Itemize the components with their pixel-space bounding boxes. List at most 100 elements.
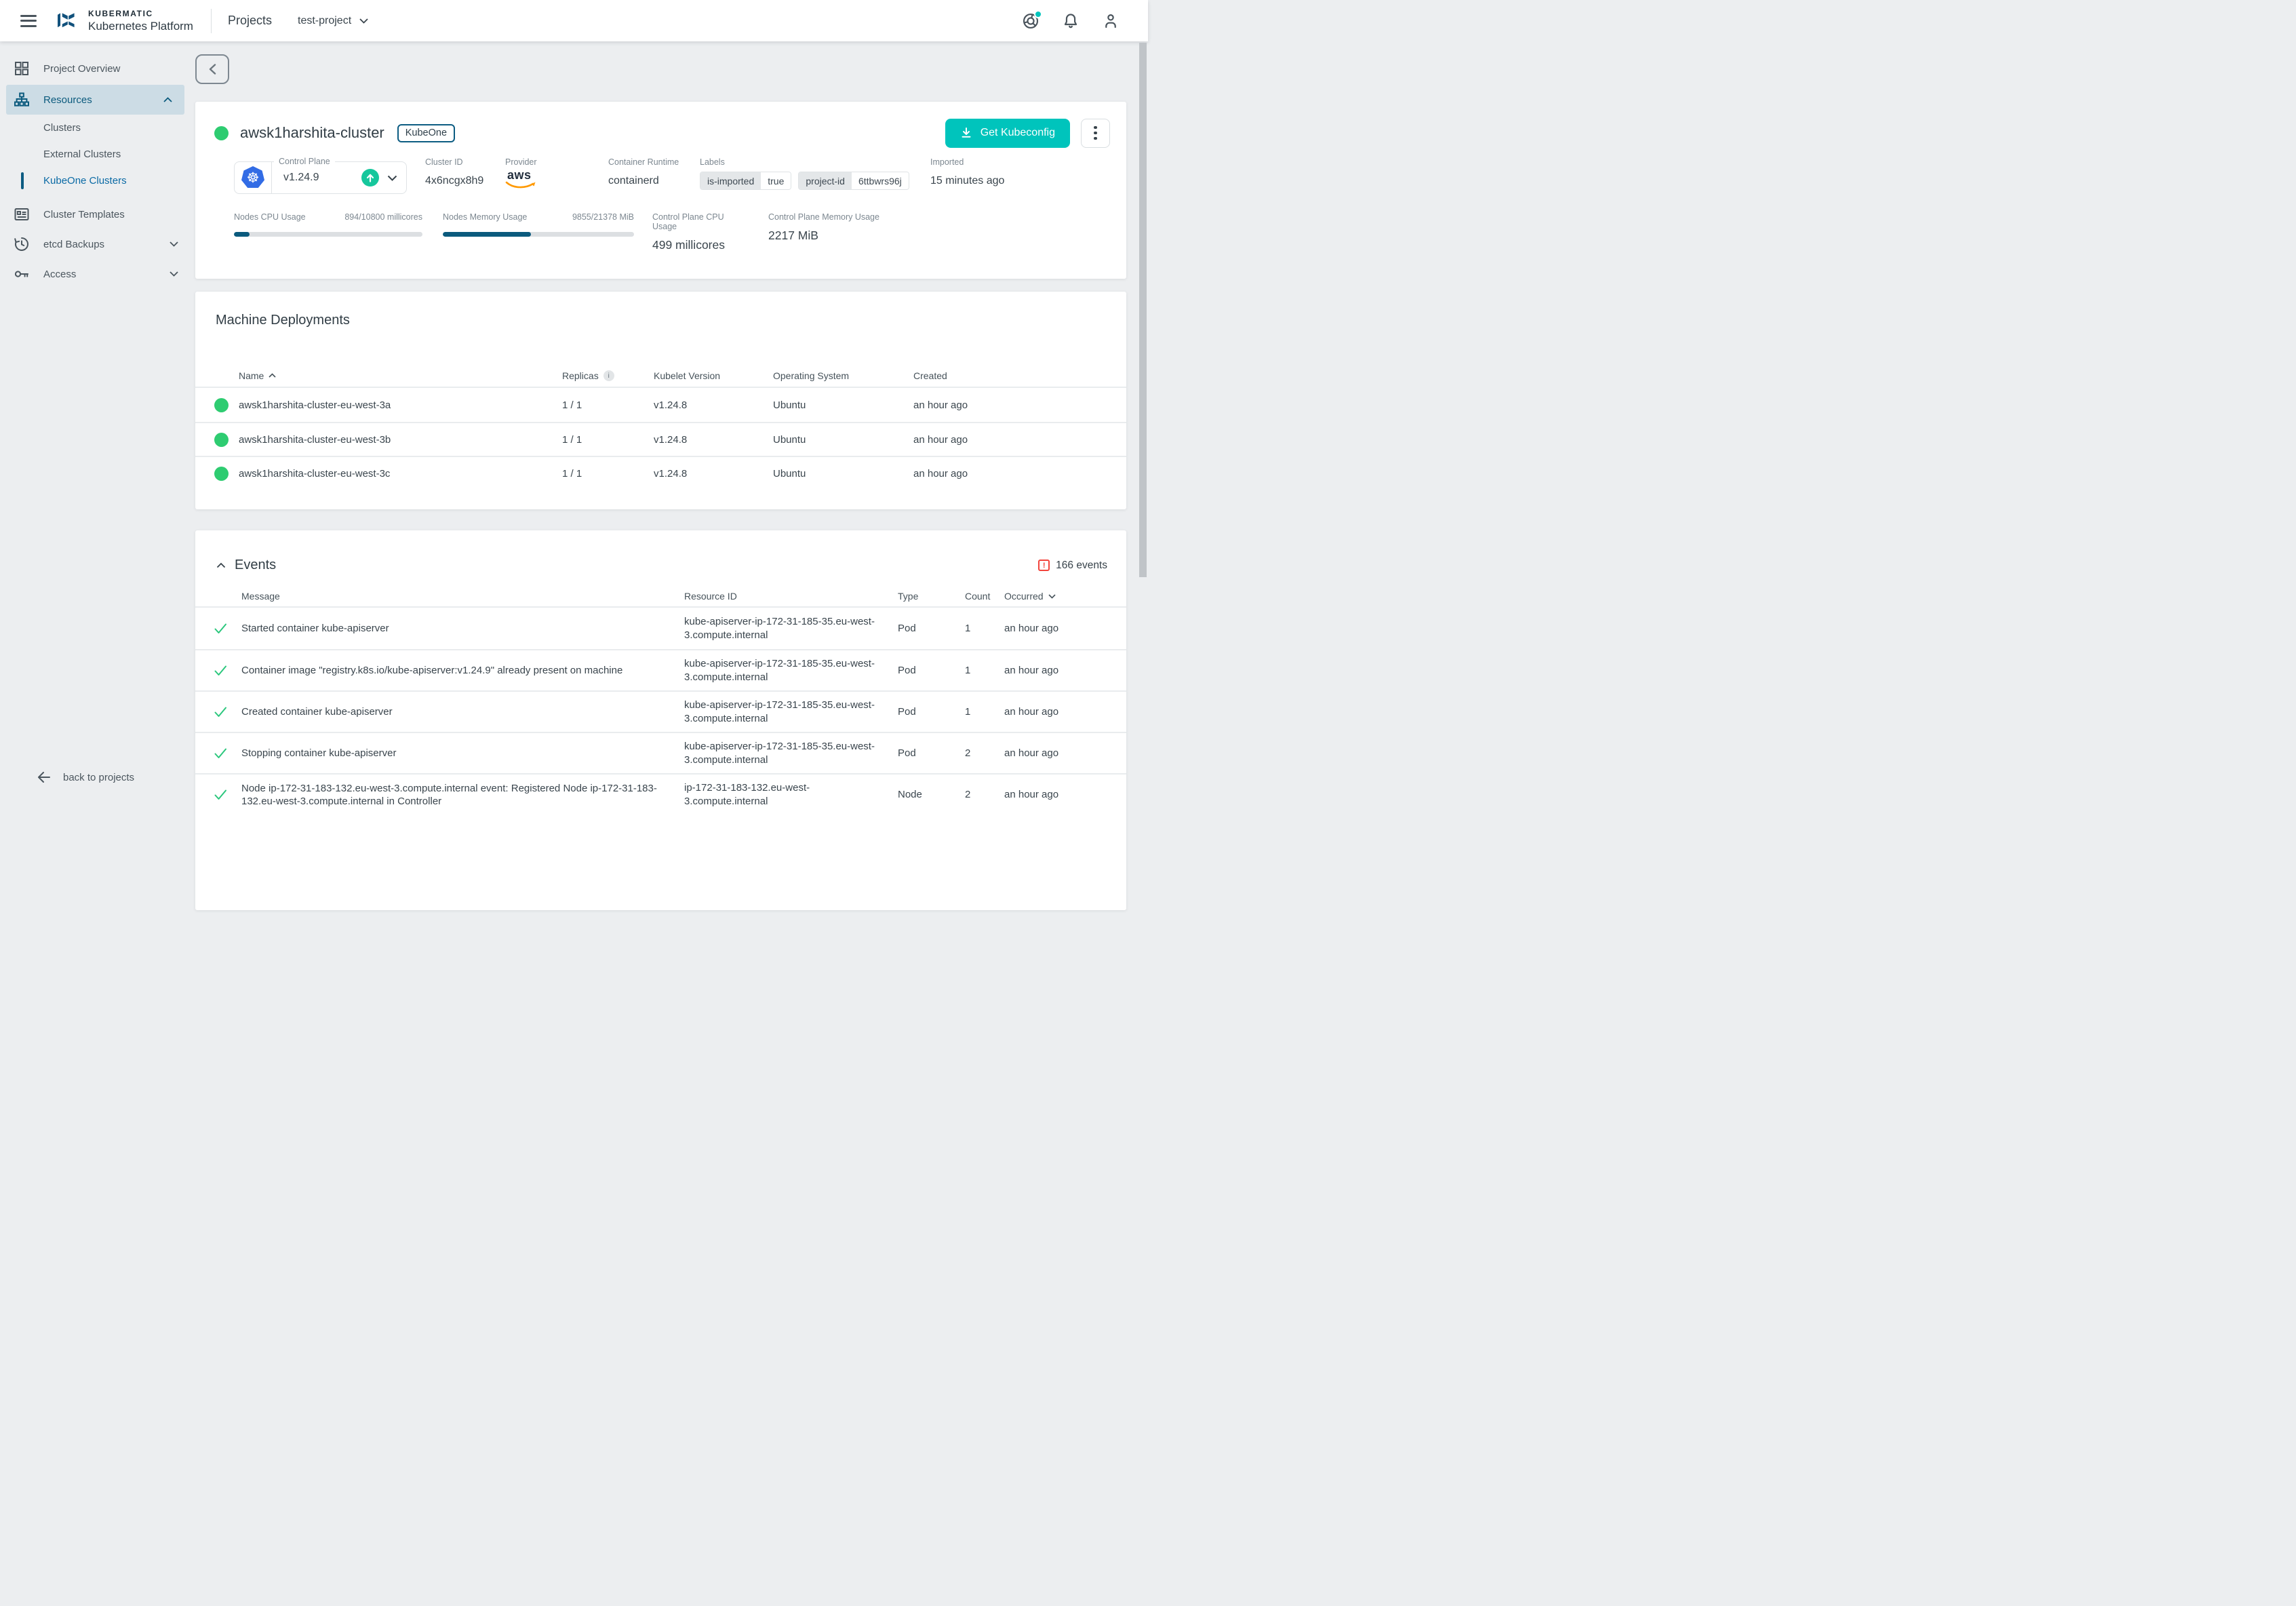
nodes-memory-label: Nodes Memory Usage	[443, 212, 527, 222]
kubermatic-mark-icon	[56, 10, 81, 32]
nodes-cpu-value: 894/10800 millicores	[344, 212, 422, 222]
md-os: Ubuntu	[773, 399, 913, 411]
sidebar: Project Overview Resources Clusters Exte…	[0, 41, 191, 803]
machine-deployment-row[interactable]: awsk1harshita-cluster-eu-west-3a 1 / 1 v…	[195, 388, 1126, 422]
event-message: Created container kube-apiserver	[241, 705, 684, 718]
md-kubelet: v1.24.8	[654, 434, 773, 446]
menu-icon[interactable]	[20, 12, 37, 30]
chevron-up-icon	[163, 97, 172, 102]
event-count: 2	[965, 747, 1004, 759]
column-header-created: Created	[913, 370, 1107, 381]
status-dot	[214, 398, 229, 412]
column-header-os: Operating System	[773, 370, 913, 381]
header-divider	[211, 9, 212, 33]
sidebar-item-project-overview[interactable]: Project Overview	[0, 54, 191, 83]
column-header-replicas: Replicas i	[562, 370, 654, 381]
imported-label: Imported	[930, 157, 1110, 167]
alert-icon: !	[1038, 560, 1050, 571]
sort-asc-icon	[269, 373, 276, 378]
event-resource-id: ip-172-31-183-132.eu-west-3.compute.inte…	[684, 781, 898, 808]
sidebar-item-label: etcd Backups	[43, 239, 104, 250]
back-button[interactable]	[195, 54, 229, 84]
nodes-cpu-usage: Nodes CPU Usage 894/10800 millicores	[234, 212, 422, 252]
sidebar-item-kubeone-clusters[interactable]: KubeOne Clusters	[0, 168, 191, 194]
md-created: an hour ago	[913, 434, 1107, 446]
cluster-status-dot	[214, 126, 229, 140]
event-type: Pod	[898, 665, 965, 676]
event-type: Pod	[898, 747, 965, 759]
cluster-actions-menu-button[interactable]	[1081, 119, 1110, 148]
sidebar-item-access[interactable]: Access	[0, 259, 191, 289]
nodes-memory-progressbar	[443, 232, 634, 237]
sidebar-item-label: Clusters	[43, 122, 81, 134]
event-resource-id: kube-apiserver-ip-172-31-185-35.eu-west-…	[684, 615, 898, 642]
success-check-icon	[214, 707, 227, 718]
sort-desc-icon	[1048, 594, 1056, 599]
chevron-down-icon[interactable]	[387, 175, 397, 181]
template-card-icon	[14, 206, 30, 222]
info-icon[interactable]: i	[603, 370, 614, 381]
container-runtime-field: Container Runtime containerd	[608, 157, 700, 194]
app-header: KUBERMATIC Kubernetes Platform Projects …	[0, 0, 1148, 41]
project-selector-value: test-project	[298, 15, 351, 27]
notifications-button[interactable]	[1062, 12, 1080, 30]
sidebar-item-label: External Clusters	[43, 149, 121, 160]
event-occurred: an hour ago	[1004, 747, 1107, 759]
back-to-projects-link[interactable]: back to projects	[0, 765, 134, 789]
sidebar-item-resources[interactable]: Resources	[6, 85, 184, 115]
success-check-icon	[214, 789, 227, 800]
sidebar-item-etcd-backups[interactable]: etcd Backups	[0, 229, 191, 259]
event-occurred: an hour ago	[1004, 789, 1107, 800]
project-selector[interactable]: test-project	[298, 15, 368, 27]
machine-deployment-row[interactable]: awsk1harshita-cluster-eu-west-3c 1 / 1 v…	[195, 456, 1126, 490]
user-icon	[1102, 12, 1120, 30]
machine-deployment-row[interactable]: awsk1harshita-cluster-eu-west-3b 1 / 1 v…	[195, 422, 1126, 456]
imported-field: Imported 15 minutes ago	[930, 157, 1110, 194]
aws-logo: aws	[505, 170, 538, 189]
event-type: Node	[898, 789, 965, 800]
label-key: is-imported	[700, 172, 761, 189]
event-occurred: an hour ago	[1004, 706, 1107, 718]
vertical-scrollbar[interactable]	[1139, 43, 1147, 577]
dashboard-icon	[14, 60, 30, 77]
event-count: 2	[965, 789, 1004, 800]
md-created: an hour ago	[913, 468, 1107, 479]
column-header-occurred[interactable]: Occurred	[1004, 591, 1107, 602]
control-plane-cpu-usage: Control Plane CPU Usage 499 millicores	[652, 212, 750, 252]
event-row: Created container kube-apiserver kube-ap…	[195, 690, 1126, 732]
md-replicas: 1 / 1	[562, 399, 654, 411]
column-header-type: Type	[898, 591, 965, 602]
announcements-button[interactable]	[1022, 12, 1040, 30]
md-name: awsk1harshita-cluster-eu-west-3a	[239, 399, 562, 411]
back-to-projects-label: back to projects	[63, 772, 134, 783]
sidebar-item-cluster-templates[interactable]: Cluster Templates	[0, 199, 191, 229]
kubernetes-logo: ☸	[235, 162, 272, 193]
event-occurred: an hour ago	[1004, 623, 1107, 634]
event-resource-id: kube-apiserver-ip-172-31-185-35.eu-west-…	[684, 699, 898, 726]
label-value: true	[761, 172, 791, 189]
column-header-message: Message	[241, 591, 684, 602]
history-icon	[14, 236, 30, 252]
label-value: 6ttbwrs96j	[852, 172, 909, 189]
control-plane-memory-usage: Control Plane Memory Usage 2217 MiB	[768, 212, 1110, 252]
user-menu-button[interactable]	[1102, 12, 1120, 30]
label-chip: project-id 6ttbwrs96j	[798, 172, 909, 190]
notification-dot	[1034, 10, 1042, 18]
collapse-section-icon[interactable]	[216, 562, 226, 568]
kubeone-badge: KubeOne	[397, 124, 455, 142]
page-title: Projects	[228, 14, 272, 28]
md-kubelet: v1.24.8	[654, 468, 773, 479]
success-check-icon	[214, 748, 227, 759]
event-count: 1	[965, 665, 1004, 676]
machine-deployments-card: Machine Deployments Name Replicas i Kube…	[195, 292, 1126, 509]
sidebar-item-label: Project Overview	[43, 63, 120, 75]
control-plane-version-select[interactable]: Control Plane ☸ v1.24.9	[234, 161, 407, 194]
get-kubeconfig-button[interactable]: Get Kubeconfig	[945, 119, 1070, 148]
column-header-name[interactable]: Name	[239, 370, 562, 381]
upgrade-available-icon[interactable]	[361, 169, 379, 187]
sidebar-item-clusters[interactable]: Clusters	[0, 115, 191, 141]
nodes-memory-usage: Nodes Memory Usage 9855/21378 MiB	[443, 212, 634, 252]
sidebar-item-external-clusters[interactable]: External Clusters	[0, 141, 191, 168]
aws-logo-text: aws	[505, 170, 538, 181]
cluster-summary-card: awsk1harshita-cluster KubeOne Get Kubeco…	[195, 102, 1126, 279]
